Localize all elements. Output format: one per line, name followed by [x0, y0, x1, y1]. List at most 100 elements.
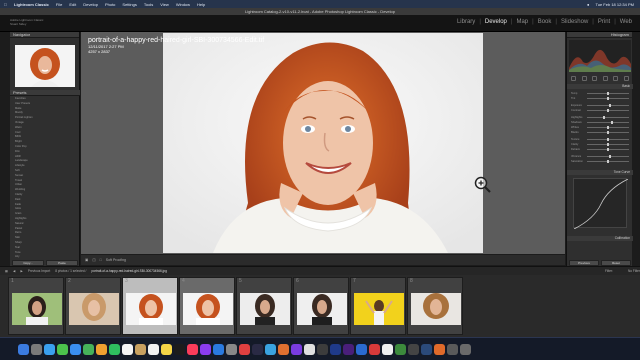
- soft-proofing-label[interactable]: Soft Proofing: [106, 258, 126, 262]
- navigator-preview[interactable]: [15, 45, 75, 87]
- main-photo[interactable]: [163, 33, 483, 253]
- menu-view[interactable]: View: [160, 2, 169, 7]
- filmstrip-cell[interactable]: 6: [293, 277, 349, 335]
- app-icon-orange[interactable]: [434, 343, 445, 355]
- app-icon-blue[interactable]: [356, 343, 367, 355]
- facetime-icon[interactable]: [109, 343, 120, 355]
- tone-curve-header[interactable]: Tone Curve: [567, 170, 633, 175]
- thumbnail[interactable]: [183, 293, 233, 325]
- thumbnail[interactable]: [69, 293, 119, 325]
- slider-texture[interactable]: Texture: [571, 138, 629, 142]
- app-icon-navy[interactable]: [421, 343, 432, 355]
- nav-back-icon[interactable]: ◀: [13, 269, 15, 273]
- slider-knob[interactable]: [602, 116, 605, 120]
- histogram-header[interactable]: Histogram: [567, 32, 632, 38]
- slider-exposure[interactable]: Exposure: [571, 104, 629, 108]
- app-icon-dark[interactable]: [317, 343, 328, 355]
- filter-select[interactable]: No Filter: [628, 269, 640, 273]
- contacts-icon[interactable]: [135, 343, 146, 355]
- filmstrip-folder[interactable]: Previous Import: [28, 269, 50, 273]
- filmstrip-cell[interactable]: 4: [179, 277, 235, 335]
- slider-knob[interactable]: [609, 104, 612, 108]
- slider-shadows[interactable]: Shadows: [571, 121, 629, 125]
- slider-clarity[interactable]: Clarity: [571, 143, 629, 147]
- slider-vibrance[interactable]: Vibrance: [571, 155, 629, 159]
- menu-photo[interactable]: Photo: [105, 2, 115, 7]
- reminders-icon[interactable]: [148, 343, 159, 355]
- slider-whites[interactable]: Whites: [571, 126, 629, 130]
- slider-knob[interactable]: [607, 138, 609, 142]
- histogram[interactable]: [569, 40, 631, 72]
- module-web[interactable]: Web: [620, 19, 632, 25]
- app-icon-white[interactable]: [304, 343, 315, 355]
- nav-forward-icon[interactable]: ▶: [20, 269, 22, 273]
- photoshop-icon[interactable]: [330, 343, 341, 355]
- soft-proofing-checkbox[interactable]: □: [100, 258, 102, 262]
- slider-knob[interactable]: [607, 131, 609, 135]
- firefox-icon[interactable]: [278, 343, 289, 355]
- filmstrip-cell[interactable]: 1: [8, 277, 64, 335]
- menu-edit[interactable]: Edit: [69, 2, 76, 7]
- system-settings-icon[interactable]: [226, 343, 237, 355]
- thumbnail[interactable]: [12, 293, 62, 325]
- trash-icon[interactable]: [460, 343, 471, 355]
- slider-knob[interactable]: [607, 92, 609, 96]
- calendar-icon[interactable]: [122, 343, 133, 355]
- navigator-header[interactable]: Navigator: [10, 32, 79, 38]
- thumbnail[interactable]: [297, 293, 347, 325]
- launchpad-icon[interactable]: [31, 343, 42, 355]
- module-map[interactable]: Map: [516, 19, 528, 25]
- loupe-view-icon[interactable]: ▣: [85, 258, 88, 262]
- podcasts-icon[interactable]: [200, 343, 211, 355]
- filmstrip-cell[interactable]: 2: [65, 277, 121, 335]
- messages-icon[interactable]: [57, 343, 68, 355]
- adjustment-brush-icon[interactable]: [623, 76, 629, 81]
- slider-knob[interactable]: [607, 143, 609, 147]
- safari-icon[interactable]: [44, 343, 55, 355]
- premiere-icon[interactable]: [343, 343, 354, 355]
- slider-temp[interactable]: Temp: [571, 92, 629, 96]
- slider-knob[interactable]: [607, 109, 609, 113]
- slider-knob[interactable]: [609, 155, 612, 159]
- photos-icon[interactable]: [96, 343, 107, 355]
- basic-header[interactable]: Basic: [567, 84, 633, 89]
- menu-tools[interactable]: Tools: [144, 2, 153, 7]
- music-icon[interactable]: [187, 343, 198, 355]
- thumbnail[interactable]: [411, 293, 461, 325]
- slider-knob[interactable]: [611, 121, 614, 125]
- crop-tool-icon[interactable]: [571, 76, 576, 81]
- menu-app[interactable]: Lightroom Classic: [14, 2, 49, 7]
- graduated-filter-icon[interactable]: [602, 76, 608, 81]
- notes-icon[interactable]: [161, 343, 172, 355]
- grid-view-icon[interactable]: ▦: [5, 269, 8, 273]
- slider-blacks[interactable]: Blacks: [571, 131, 629, 135]
- mail-icon[interactable]: [70, 343, 81, 355]
- menu-develop[interactable]: Develop: [83, 2, 98, 7]
- slider-dehaze[interactable]: Dehaze: [571, 148, 629, 152]
- filmstrip-cell[interactable]: 7: [350, 277, 406, 335]
- menubar-clock[interactable]: Tue Feb 18 12:34 PM: [595, 2, 634, 7]
- finder-icon[interactable]: [18, 343, 29, 355]
- filmstrip-cell[interactable]: 5: [236, 277, 292, 335]
- menu-window[interactable]: Window: [176, 2, 190, 7]
- thumbnail[interactable]: [240, 293, 290, 325]
- chrome-icon[interactable]: [239, 343, 250, 355]
- before-after-icon[interactable]: ◫: [92, 258, 95, 262]
- calibration-header[interactable]: Calibration: [567, 236, 633, 241]
- slider-knob[interactable]: [607, 160, 609, 164]
- thumbnail[interactable]: [354, 293, 404, 325]
- presets-header[interactable]: Presets: [10, 90, 80, 96]
- maps-icon[interactable]: [83, 343, 94, 355]
- slider-knob[interactable]: [607, 148, 609, 152]
- module-print[interactable]: Print: [598, 19, 610, 25]
- filmstrip-cell[interactable]: 8: [407, 277, 463, 335]
- filmstrip-cell-selected[interactable]: 3: [122, 277, 178, 335]
- slider-knob[interactable]: [607, 126, 609, 130]
- app-icon-green[interactable]: [395, 343, 406, 355]
- app-icon-gray[interactable]: [408, 343, 419, 355]
- menu-help[interactable]: Help: [197, 2, 205, 7]
- slider-highlights[interactable]: Highlights: [571, 116, 629, 120]
- lightroom-icon[interactable]: [265, 343, 276, 355]
- module-slideshow[interactable]: Slideshow: [561, 19, 588, 25]
- app-store-icon[interactable]: [213, 343, 224, 355]
